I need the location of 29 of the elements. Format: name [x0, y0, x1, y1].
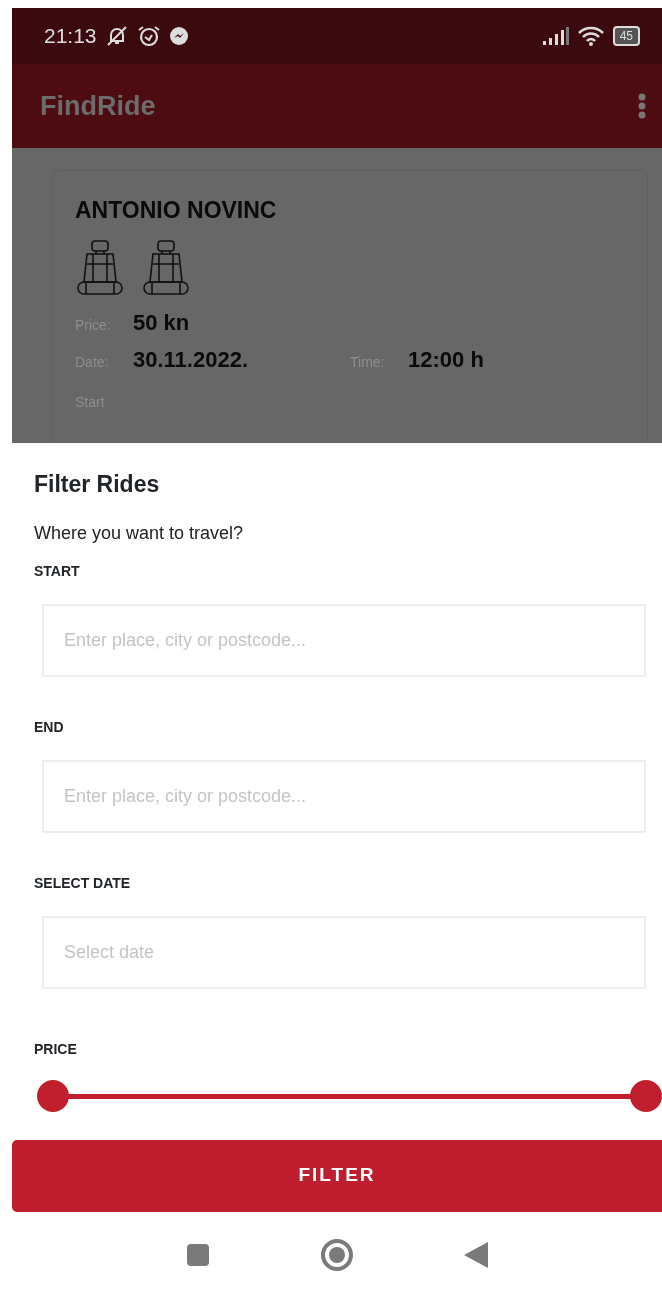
slider-thumb[interactable]: [37, 1079, 69, 1112]
field-label: START: [34, 561, 81, 581]
input-field[interactable]: Select date: [42, 915, 646, 989]
input-field[interactable]: Enter place, city or postcode...: [42, 603, 646, 677]
battery-indicator: 45: [612, 26, 640, 46]
field-label: END: [34, 717, 65, 737]
recents-icon[interactable]: [186, 1242, 210, 1267]
status-time: 21:13: [44, 23, 97, 50]
more-menu-icon[interactable]: [638, 93, 646, 119]
messenger-icon: [168, 26, 189, 46]
input-field[interactable]: Enter place, city or postcode...: [42, 759, 646, 833]
filter-button[interactable]: FILTER: [12, 1139, 662, 1212]
field-value: 30.11.2022.: [133, 345, 248, 374]
car-seat-icon: [75, 239, 125, 298]
driver-name: ANTONIO NOVINC: [75, 196, 278, 225]
back-icon[interactable]: [464, 1241, 488, 1268]
field-value: 12:00 h: [408, 345, 484, 374]
field-label: SELECT DATE: [34, 873, 132, 893]
alarm-icon: [136, 25, 161, 47]
field-value: 50 kn: [133, 308, 190, 337]
slider-thumb[interactable]: [630, 1079, 662, 1112]
wifi-icon: [576, 26, 605, 46]
car-seat-icon: [141, 239, 191, 298]
app-title: FindRide: [40, 89, 156, 123]
home-icon[interactable]: [320, 1237, 354, 1272]
sheet-title: Filter Rides: [34, 470, 161, 499]
sheet-subtitle: Where you want to travel?: [34, 521, 245, 545]
field-label: PRICE: [34, 1039, 78, 1059]
signal-icon: [542, 27, 569, 45]
